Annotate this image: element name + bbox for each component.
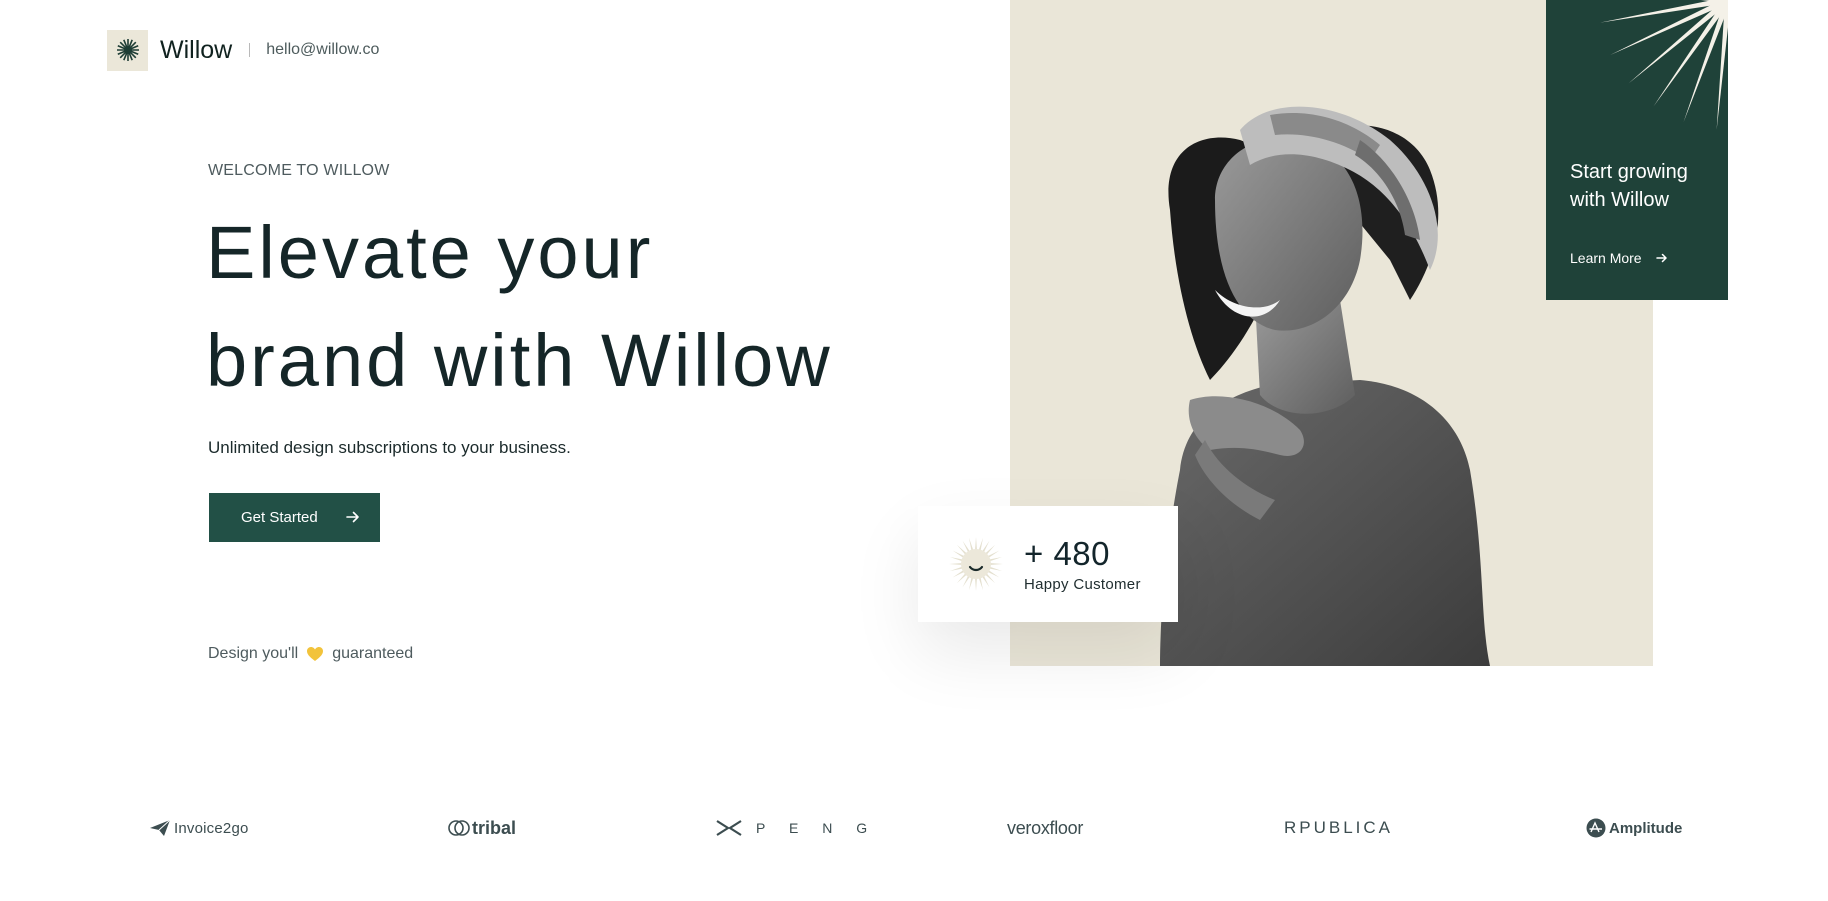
guarantee-text-before: Design you'll (208, 645, 299, 662)
willow-logo-icon[interactable] (107, 29, 148, 71)
get-started-label: Get Started (241, 509, 318, 526)
logo-tribal-text: tribal (472, 817, 517, 838)
customer-label: Happy Customer (1024, 576, 1141, 593)
arrow-right-icon (1655, 253, 1667, 263)
paper-plane-icon (150, 819, 171, 836)
sunburst-icon (1598, 0, 1728, 130)
amplitude-a-icon (1586, 818, 1606, 838)
site-header: Willow hello@willow.co (107, 29, 379, 71)
hero-headline: Elevate your brand with Willow (206, 199, 906, 415)
learn-more-label: Learn More (1570, 250, 1642, 266)
tribal-rings-icon (448, 820, 470, 836)
headline-line-1: Elevate your (206, 211, 654, 294)
heart-icon (307, 647, 324, 661)
logo-amplitude-text: Amplitude (1609, 819, 1683, 837)
hero-eyebrow: WELCOME TO WILLOW (208, 162, 390, 179)
logo-veroxfloor-text: veroxfloor (1007, 817, 1084, 838)
logo-invoice2go[interactable]: Invoice2go (149, 813, 249, 843)
header-divider (249, 43, 251, 57)
logo-peng-text: P E N G (756, 820, 878, 836)
logo-amplitude[interactable]: Amplitude (1586, 813, 1682, 843)
logo-rpublica-text: RPUBLICA (1284, 818, 1394, 837)
hero-subtitle: Unlimited design subscriptions to your b… (208, 438, 571, 457)
promo-title: Start growing with Willow (1570, 161, 1688, 211)
learn-more-link[interactable]: Learn More (1570, 250, 1670, 266)
brand-name[interactable]: Willow (160, 36, 232, 65)
guarantee-line: Design you'll guaranteed (208, 645, 413, 663)
smiling-sun-icon (949, 537, 1003, 591)
arrow-right-icon (346, 511, 359, 523)
logo-veroxfloor[interactable]: veroxfloor (1007, 813, 1083, 843)
stat-text: + 480 Happy Customer (1024, 535, 1141, 593)
happy-customer-card: + 480 Happy Customer (918, 506, 1178, 622)
headline-line-2: brand with Willow (206, 319, 833, 402)
partner-logos: Invoice2go tribal P E N G veroxfloor RPU… (0, 813, 1828, 843)
logo-rpublica[interactable]: RPUBLICA (1284, 813, 1393, 843)
customer-count: + 480 (1024, 535, 1110, 572)
promo-card: Start growing with Willow Learn More (1546, 0, 1728, 300)
guarantee-text-after: guaranteed (332, 645, 414, 662)
logo-peng[interactable]: P E N G (716, 813, 877, 843)
peng-x-icon (716, 820, 742, 836)
contact-email-link[interactable]: hello@willow.co (266, 41, 379, 59)
logo-invoice2go-text: Invoice2go (174, 819, 249, 837)
logo-tribal[interactable]: tribal (448, 813, 516, 843)
get-started-button[interactable]: Get Started (209, 493, 380, 542)
